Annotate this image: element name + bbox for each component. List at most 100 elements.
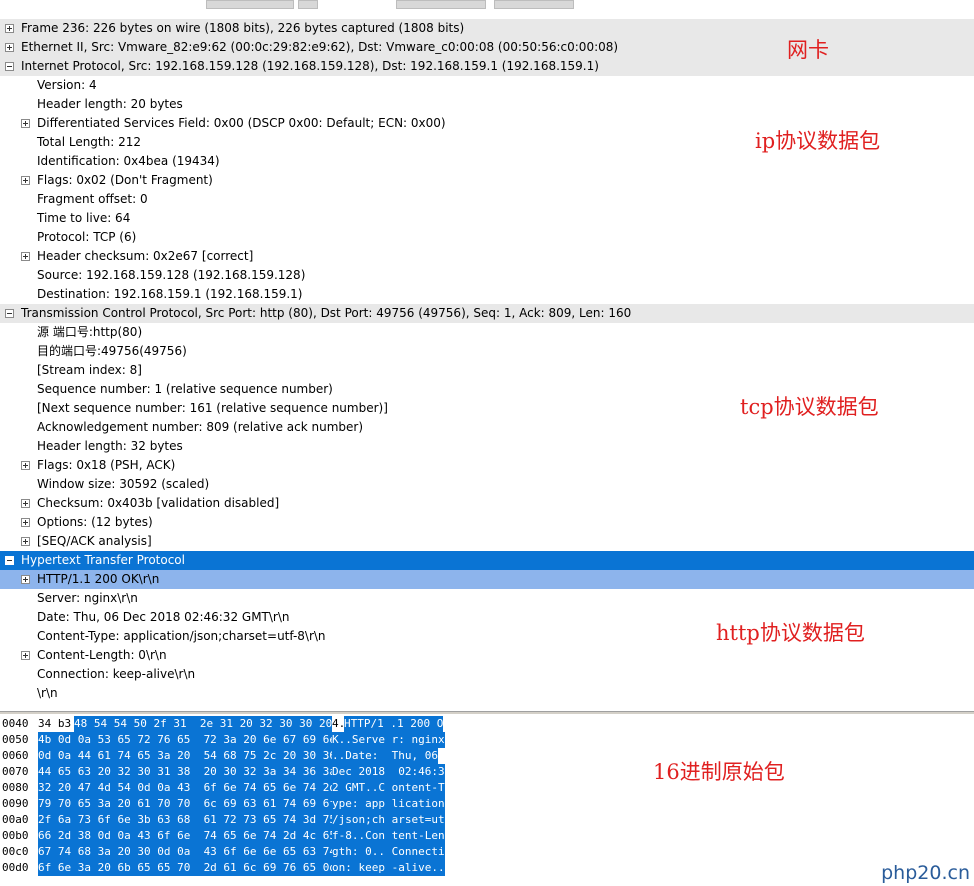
field-row[interactable]: 目的端口号:49756(49756) — [0, 342, 974, 361]
field-row[interactable]: Flags: 0x18 (PSH, ACK) — [0, 456, 974, 475]
row-label: Internet Protocol, Src: 192.168.159.128 … — [21, 59, 599, 73]
field-row[interactable]: Connection: keep-alive\r\n — [0, 665, 974, 684]
hex-bytes-selected: 79 70 65 3a 20 61 70 70 6c 69 63 61 74 6… — [38, 796, 356, 812]
field-row[interactable]: Source: 192.168.159.128 (192.168.159.128… — [0, 266, 974, 285]
annotation-http: http协议数据包 — [716, 621, 865, 645]
field-row[interactable]: Flags: 0x02 (Don't Fragment) — [0, 171, 974, 190]
field-row[interactable]: Fragment offset: 0 — [0, 190, 974, 209]
row-label: 目的端口号:49756(49756) — [37, 344, 187, 358]
row-label: Content-Length: 0\r\n — [37, 648, 167, 662]
row-label: Ethernet II, Src: Vmware_82:e9:62 (00:0c… — [21, 40, 619, 54]
top-toolbar-strip — [0, 0, 974, 9]
field-row[interactable]: Header length: 20 bytes — [0, 95, 974, 114]
row-label: Content-Type: application/json;charset=u… — [37, 629, 326, 643]
row-label: Header length: 32 bytes — [37, 439, 183, 453]
row-label: HTTP/1.1 200 OK\r\n — [37, 572, 160, 586]
row-label: Server: nginx\r\n — [37, 591, 138, 605]
row-label: Differentiated Services Field: 0x00 (DSC… — [37, 116, 446, 130]
expand-plus-icon[interactable] — [21, 252, 30, 261]
row-label: [Stream index: 8] — [37, 363, 142, 377]
hex-offset: 0080 — [2, 781, 29, 794]
expand-plus-icon[interactable] — [21, 119, 30, 128]
hex-bytes-unselected: 34 b3 — [38, 716, 72, 732]
ascii-selected: K..Serve r: nginx — [332, 732, 445, 748]
row-label: Acknowledgement number: 809 (relative ac… — [37, 420, 364, 434]
toolbar-field[interactable] — [396, 0, 486, 9]
row-label: Time to live: 64 — [37, 211, 131, 225]
row-label: Identification: 0x4bea (19434) — [37, 154, 220, 168]
ascii-selected: 2 GMT..C ontent-T — [332, 780, 445, 796]
expand-plus-icon[interactable] — [21, 651, 30, 660]
hex-row[interactable]: 00d0 6f 6e 3a 20 6b 65 65 70 2d 61 6c 69 … — [0, 860, 974, 876]
expand-plus-icon[interactable] — [5, 24, 14, 33]
hex-bytes-selected: 48 54 54 50 2f 31 2e 31 20 32 30 30 20 4… — [74, 716, 353, 732]
field-row[interactable]: Destination: 192.168.159.1 (192.168.159.… — [0, 285, 974, 304]
hex-row[interactable]: 00b0 66 2d 38 0d 0a 43 6f 6e 74 65 6e 74 … — [0, 828, 974, 844]
protocol-header-row[interactable]: Hypertext Transfer Protocol — [0, 551, 974, 570]
packet-details-tree[interactable]: Frame 236: 226 bytes on wire (1808 bits)… — [0, 19, 974, 711]
row-label: Checksum: 0x403b [validation disabled] — [37, 496, 280, 510]
toolbar-field[interactable] — [494, 0, 574, 9]
hex-row[interactable]: 0040 34 b3 48 54 54 50 2f 31 2e 31 20 32 3… — [0, 716, 974, 732]
row-label: Hypertext Transfer Protocol — [21, 553, 185, 567]
expand-plus-icon[interactable] — [21, 575, 30, 584]
field-row[interactable]: Checksum: 0x403b [validation disabled] — [0, 494, 974, 513]
field-row[interactable]: Options: (12 bytes) — [0, 513, 974, 532]
field-row[interactable]: Content-Length: 0\r\n — [0, 646, 974, 665]
hex-row[interactable]: 0060 0d 0a 44 61 74 65 3a 20 54 68 75 2c … — [0, 748, 974, 764]
hex-offset: 0090 — [2, 797, 29, 810]
expand-plus-icon[interactable] — [21, 461, 30, 470]
field-row[interactable]: Server: nginx\r\n — [0, 589, 974, 608]
toolbar-field[interactable] — [206, 0, 294, 9]
row-label: Header checksum: 0x2e67 [correct] — [37, 249, 254, 263]
ascii-selected: gth: 0.. Connecti — [332, 844, 445, 860]
protocol-header-row[interactable]: Transmission Control Protocol, Src Port:… — [0, 304, 974, 323]
field-row[interactable]: Protocol: TCP (6) — [0, 228, 974, 247]
hex-row[interactable]: 00a0 2f 6a 73 6f 6e 3b 63 68 61 72 73 65 … — [0, 812, 974, 828]
hex-offset: 0040 — [2, 717, 29, 730]
expand-plus-icon[interactable] — [21, 537, 30, 546]
hex-bytes-selected: 32 20 47 4d 54 0d 0a 43 6f 6e 74 65 6e 7… — [38, 780, 356, 796]
pane-splitter[interactable] — [0, 711, 974, 714]
hex-row[interactable]: 0070 44 65 63 20 32 30 31 38 20 30 32 3a … — [0, 764, 974, 780]
hex-offset: 0060 — [2, 749, 29, 762]
field-row[interactable]: Time to live: 64 — [0, 209, 974, 228]
hex-bytes-selected: 66 2d 38 0d 0a 43 6f 6e 74 65 6e 74 2d 4… — [38, 828, 356, 844]
collapse-minus-icon[interactable] — [5, 62, 14, 71]
hex-row[interactable]: 0090 79 70 65 3a 20 61 70 70 6c 69 63 61 … — [0, 796, 974, 812]
expand-plus-icon[interactable] — [21, 518, 30, 527]
hex-bytes-selected: 0d 0a 44 61 74 65 3a 20 54 68 75 2c 20 3… — [38, 748, 356, 764]
hex-offset: 0050 — [2, 733, 29, 746]
hex-row[interactable]: 00c0 67 74 68 3a 20 30 0d 0a 43 6f 6e 6e … — [0, 844, 974, 860]
ascii-selected: on: keep -alive.. — [332, 860, 445, 876]
field-row[interactable]: Header checksum: 0x2e67 [correct] — [0, 247, 974, 266]
expand-plus-icon[interactable] — [21, 176, 30, 185]
field-row[interactable]: HTTP/1.1 200 OK\r\n — [0, 570, 974, 589]
row-label: Total Length: 212 — [37, 135, 141, 149]
expand-plus-icon[interactable] — [21, 499, 30, 508]
field-row[interactable]: [Stream index: 8] — [0, 361, 974, 380]
row-label: Connection: keep-alive\r\n — [37, 667, 196, 681]
packet-bytes-pane[interactable]: 0040 34 b3 48 54 54 50 2f 31 2e 31 20 32 3… — [0, 716, 974, 886]
field-row[interactable]: [SEQ/ACK analysis] — [0, 532, 974, 551]
collapse-minus-icon[interactable] — [5, 556, 14, 565]
field-row[interactable]: Version: 4 — [0, 76, 974, 95]
toolbar-button[interactable] — [298, 0, 318, 9]
ascii-selected: ..Date: Thu, 06 — [332, 748, 438, 764]
row-label: Window size: 30592 (scaled) — [37, 477, 210, 491]
expand-plus-icon[interactable] — [5, 43, 14, 52]
field-row[interactable]: Window size: 30592 (scaled) — [0, 475, 974, 494]
field-row[interactable]: \r\n — [0, 684, 974, 703]
field-row[interactable]: Header length: 32 bytes — [0, 437, 974, 456]
row-label: Version: 4 — [37, 78, 97, 92]
hex-row[interactable]: 0050 4b 0d 0a 53 65 72 76 65 72 3a 20 6e … — [0, 732, 974, 748]
row-label: Header length: 20 bytes — [37, 97, 183, 111]
ascii-selected: /json;ch arset=ut — [332, 812, 445, 828]
hex-row[interactable]: 0080 32 20 47 4d 54 0d 0a 43 6f 6e 74 65 … — [0, 780, 974, 796]
row-label: Flags: 0x02 (Don't Fragment) — [37, 173, 213, 187]
row-label: [Next sequence number: 161 (relative seq… — [37, 401, 388, 415]
field-row[interactable]: 源 端口号:http(80) — [0, 323, 974, 342]
row-label: Options: (12 bytes) — [37, 515, 153, 529]
collapse-minus-icon[interactable] — [5, 309, 14, 318]
annotation-ip: ip协议数据包 — [755, 129, 881, 153]
